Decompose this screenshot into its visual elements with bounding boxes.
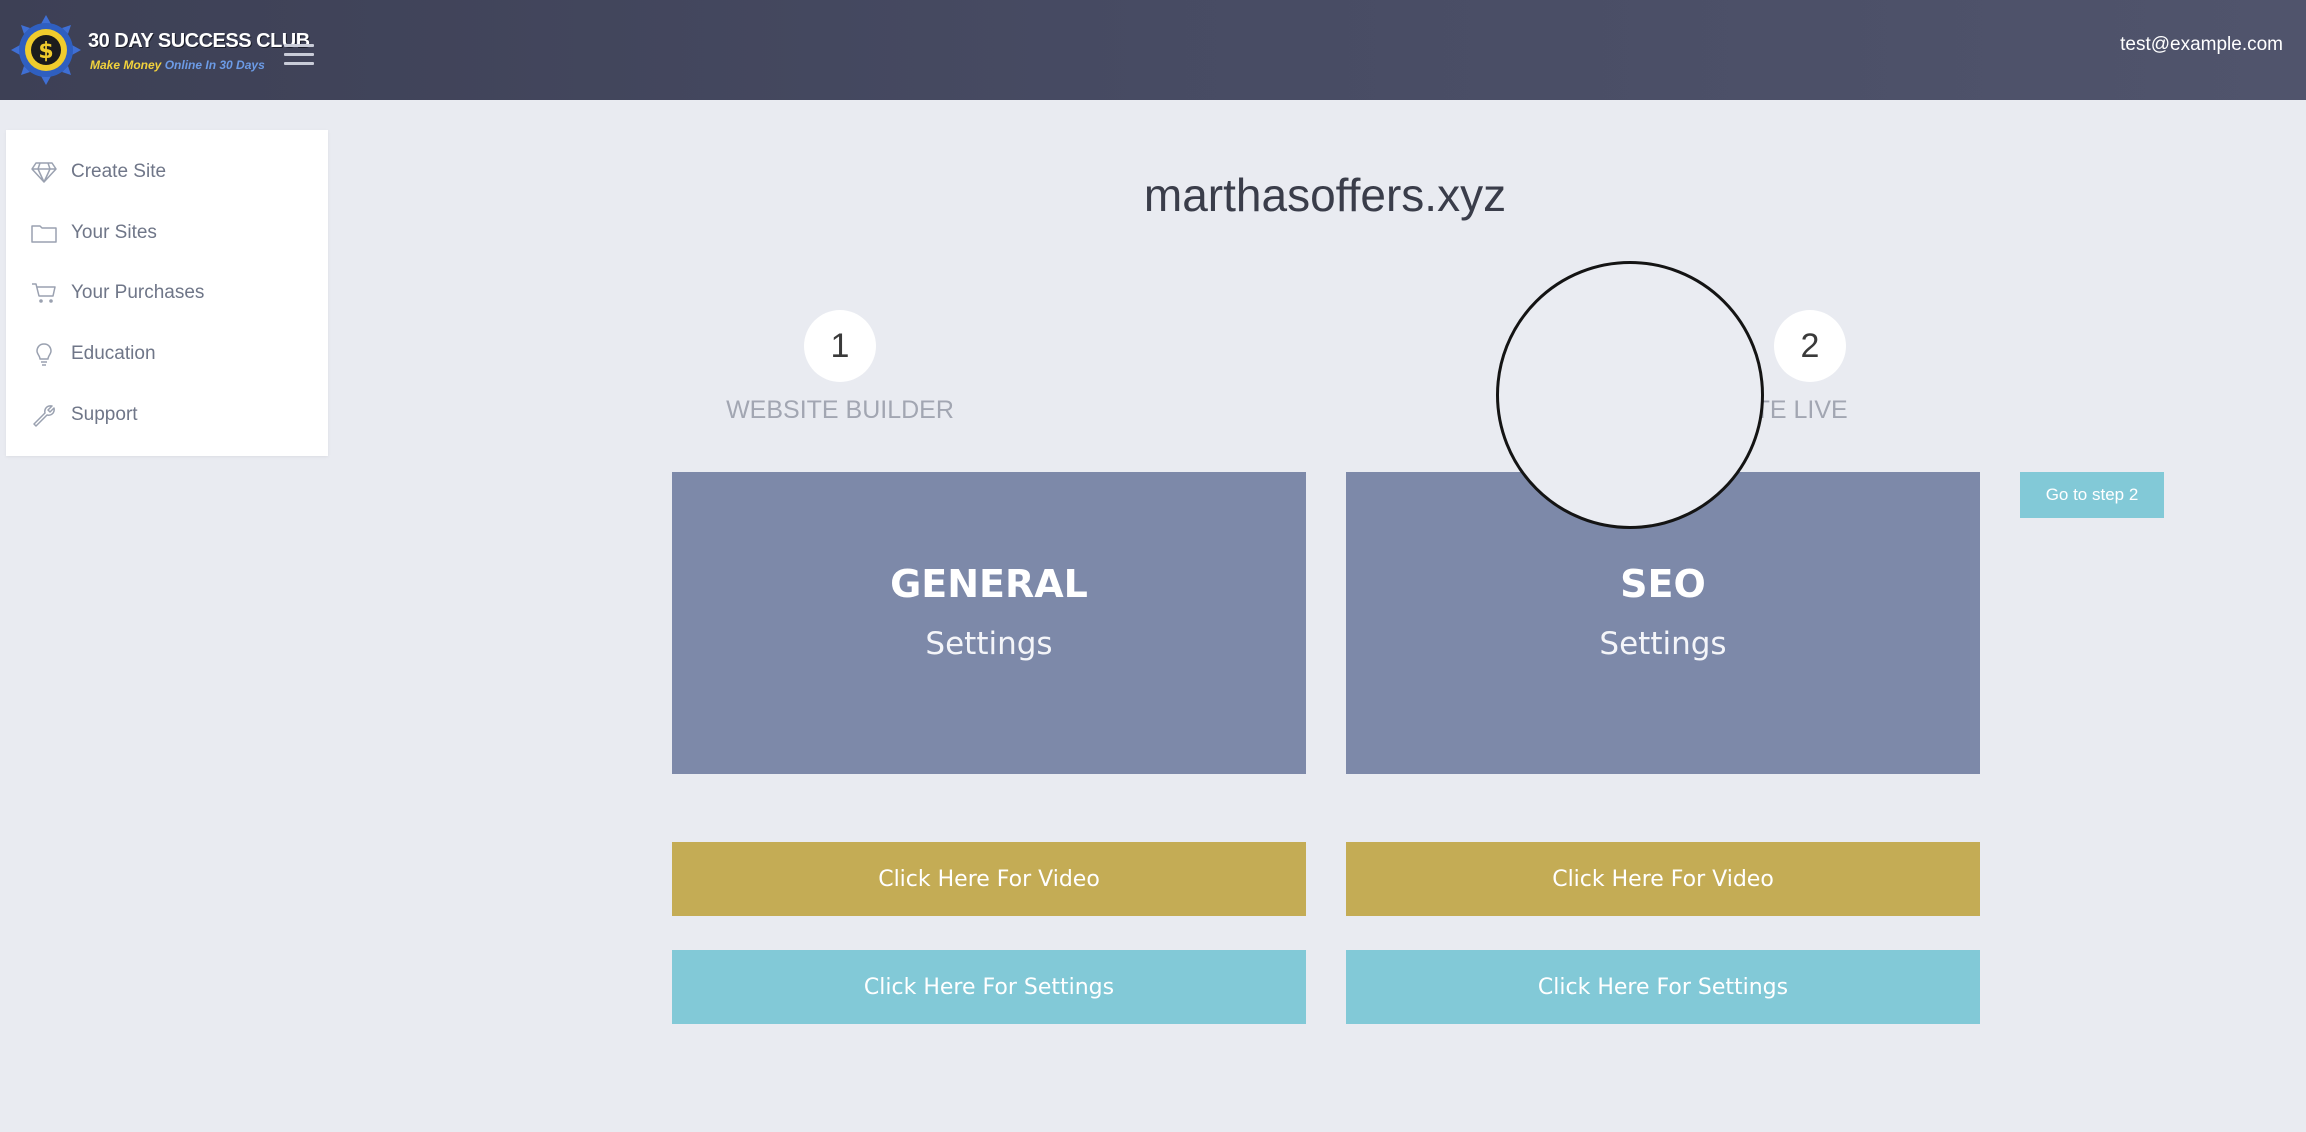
sidebar-item-create-site[interactable]: Create Site xyxy=(30,157,320,187)
card-title: SEO xyxy=(1620,562,1706,606)
sidebar-item-support[interactable]: Support xyxy=(30,400,320,430)
step-1-label: WEBSITE BUILDER xyxy=(726,396,954,424)
user-email[interactable]: test@example.com xyxy=(2120,34,2283,56)
brand-tagline-part-2: Online In 30 Days xyxy=(164,58,265,72)
sidebar-item-your-sites[interactable]: Your Sites xyxy=(30,218,320,248)
brand-tagline-part-1: Make Money xyxy=(90,58,162,72)
cursor-highlight-ring xyxy=(1496,261,1764,529)
sidebar-item-your-purchases[interactable]: Your Purchases xyxy=(30,278,320,308)
card-subtitle: Settings xyxy=(925,626,1053,662)
brand-title: 30 DAY SUCCESS CLUB xyxy=(88,30,310,52)
diamond-icon xyxy=(31,162,57,183)
step-1-badge: 1 xyxy=(804,310,876,382)
brand-tagline: Make Money Online In 30 Days xyxy=(90,58,265,72)
hamburger-icon[interactable] xyxy=(284,44,314,66)
site-name-title: marthasoffers.xyz xyxy=(1143,169,1507,221)
card-subtitle: Settings xyxy=(1599,626,1727,662)
top-bar: $ 30 DAY SUCCESS CLUB Make Money Online … xyxy=(0,0,2306,100)
dollar-gear-logo-icon[interactable]: $ xyxy=(10,14,82,86)
folder-icon xyxy=(31,225,57,243)
general-video-button[interactable]: Click Here For Video xyxy=(672,842,1306,916)
go-to-step-2-button[interactable]: Go to step 2 xyxy=(2020,472,2164,518)
sidebar-item-label: Your Purchases xyxy=(71,282,205,303)
sidebar-item-label: Your Sites xyxy=(71,222,157,243)
step-2-badge: 2 xyxy=(1774,310,1846,382)
seo-video-button[interactable]: Click Here For Video xyxy=(1346,842,1980,916)
sidebar: Create Site Your Sites Your Purchases Ed… xyxy=(6,130,328,456)
general-settings-button[interactable]: Click Here For Settings xyxy=(672,950,1306,1024)
sidebar-item-label: Create Site xyxy=(71,161,167,182)
general-settings-card[interactable]: GENERAL Settings xyxy=(672,472,1306,774)
sidebar-item-education[interactable]: Education xyxy=(30,339,320,369)
seo-settings-button[interactable]: Click Here For Settings xyxy=(1346,950,1980,1024)
sidebar-item-label: Education xyxy=(71,343,156,364)
sidebar-item-label: Support xyxy=(71,404,138,425)
svg-text:$: $ xyxy=(38,39,53,64)
cart-icon xyxy=(32,283,56,303)
card-title: GENERAL xyxy=(890,562,1088,606)
wrench-icon xyxy=(33,405,55,427)
lightbulb-icon xyxy=(36,343,52,366)
